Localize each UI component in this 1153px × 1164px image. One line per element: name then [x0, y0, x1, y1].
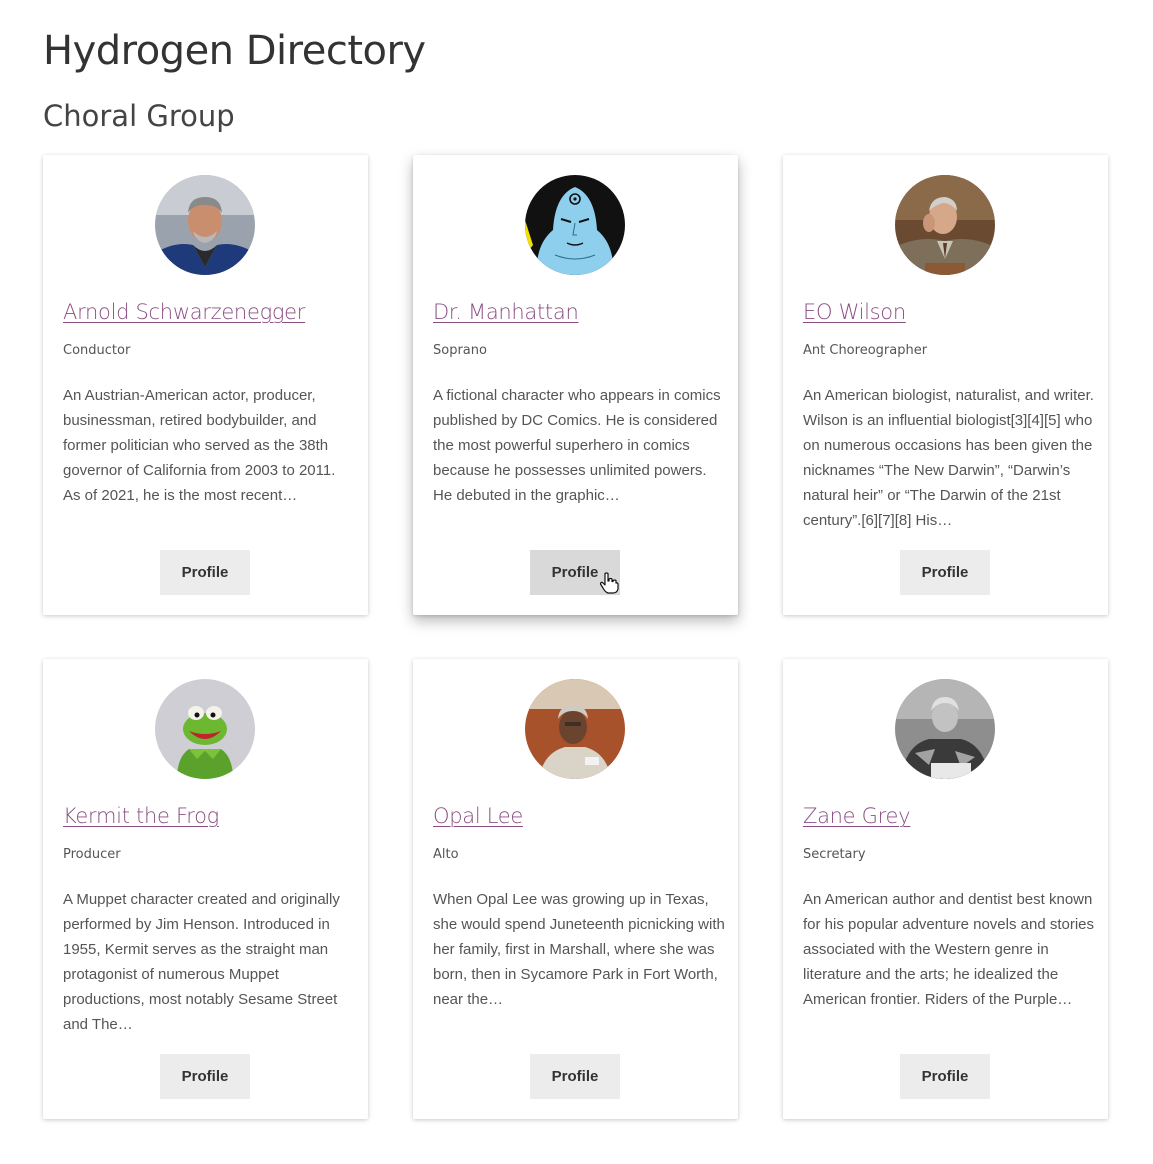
person-description: An Austrian-American actor, producer, bu…: [63, 387, 336, 504]
person-role: Soprano: [433, 343, 487, 358]
person-role: Producer: [63, 847, 121, 862]
directory-grid: Arnold Schwarzenegger Conductor An Austr…: [43, 155, 1108, 1119]
person-card: Kermit the Frog Producer A Muppet charac…: [43, 659, 368, 1119]
person-name-link[interactable]: Opal Lee: [433, 804, 523, 828]
person-name-link[interactable]: EO Wilson: [803, 300, 906, 324]
person-card: EO Wilson Ant Choreographer An American …: [783, 155, 1108, 615]
person-description: A fictional character who appears in com…: [433, 387, 721, 504]
avatar[interactable]: [525, 175, 625, 275]
person-role: Ant Choreographer: [803, 343, 928, 358]
person-name-link[interactable]: Dr. Manhattan: [433, 300, 579, 324]
person-name-link[interactable]: Kermit the Frog: [63, 804, 219, 828]
person-card: Arnold Schwarzenegger Conductor An Austr…: [43, 155, 368, 615]
hand-cursor-icon: [599, 572, 619, 594]
avatar[interactable]: [155, 679, 255, 779]
person-description: When Opal Lee was growing up in Texas, s…: [433, 891, 725, 1008]
profile-button[interactable]: Profile: [530, 1054, 620, 1099]
avatar[interactable]: [895, 175, 995, 275]
person-role: Conductor: [63, 343, 131, 358]
person-description: A Muppet character created and originall…: [63, 891, 340, 1033]
person-description: An American biologist, naturalist, and w…: [803, 387, 1094, 529]
profile-button[interactable]: Profile: [900, 550, 990, 595]
profile-button[interactable]: Profile: [160, 1054, 250, 1099]
person-role: Alto: [433, 847, 459, 862]
avatar[interactable]: [155, 175, 255, 275]
person-name-link[interactable]: Zane Grey: [803, 804, 911, 828]
avatar[interactable]: [525, 679, 625, 779]
person-role: Secretary: [803, 847, 866, 862]
avatar[interactable]: [895, 679, 995, 779]
person-card: Dr. Manhattan Soprano A fictional charac…: [413, 155, 738, 615]
person-name-link[interactable]: Arnold Schwarzenegger: [63, 300, 305, 324]
page-title: Hydrogen Directory: [43, 28, 426, 74]
person-card: Opal Lee Alto When Opal Lee was growing …: [413, 659, 738, 1119]
person-card: Zane Grey Secretary An American author a…: [783, 659, 1108, 1119]
group-title: Choral Group: [43, 99, 235, 133]
profile-button[interactable]: Profile: [900, 1054, 990, 1099]
profile-button[interactable]: Profile: [160, 550, 250, 595]
person-description: An American author and dentist best know…: [803, 891, 1095, 1008]
